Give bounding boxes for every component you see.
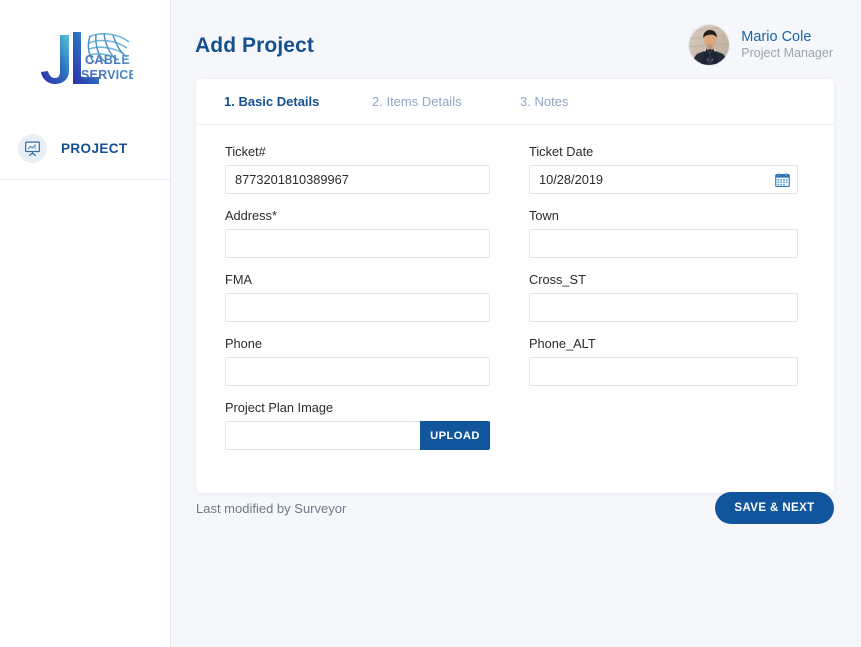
avatar: [688, 24, 730, 66]
form-row-address: Address* Town: [225, 208, 800, 258]
calendar-icon[interactable]: [775, 172, 790, 187]
field-cross-st: Cross_ST: [529, 272, 798, 322]
tab-items-details[interactable]: 2. Items Details: [372, 94, 520, 109]
card-footer: Last modified by Surveyor SAVE & NEXT: [196, 492, 834, 524]
save-and-next-button[interactable]: SAVE & NEXT: [715, 492, 834, 524]
field-phone-alt: Phone_ALT: [529, 336, 798, 386]
tab-notes[interactable]: 3. Notes: [520, 94, 668, 109]
form-row-ticket: Ticket# Ticket Date: [225, 144, 800, 194]
wizard-tabs: 1. Basic Details 2. Items Details 3. Not…: [196, 79, 834, 125]
main-content: Add Project: [171, 0, 861, 647]
calendar-glyph: [775, 172, 790, 187]
field-ticket-number: Ticket#: [225, 144, 490, 194]
sidebar: CABLE SERVICES PROJECT: [0, 0, 171, 647]
upload-group: UPLOAD: [225, 421, 490, 450]
svg-text:CABLE: CABLE: [85, 53, 130, 67]
sidebar-item-project-label: PROJECT: [61, 141, 128, 156]
phone-alt-input[interactable]: [529, 357, 798, 386]
last-modified-text: Last modified by Surveyor: [196, 501, 346, 516]
app-root: CABLE SERVICES PROJECT Add Project: [0, 0, 861, 647]
presentation-board-icon: [18, 134, 47, 163]
page-header: Add Project: [171, 0, 861, 70]
field-project-plan-image: Project Plan Image UPLOAD: [225, 400, 490, 450]
fma-label: FMA: [225, 272, 490, 287]
ticket-date-label: Ticket Date: [529, 144, 798, 159]
tab-basic-details[interactable]: 1. Basic Details: [224, 94, 372, 109]
form-row-fma: FMA Cross_ST: [225, 272, 800, 322]
address-input[interactable]: [225, 229, 490, 258]
upload-button[interactable]: UPLOAD: [420, 421, 490, 450]
project-plan-image-label: Project Plan Image: [225, 400, 490, 415]
user-avatar-photo-icon: [689, 25, 730, 66]
ticket-number-input[interactable]: [225, 165, 490, 194]
brand-logo[interactable]: CABLE SERVICES: [0, 0, 170, 118]
user-name: Mario Cole: [741, 28, 833, 46]
field-address: Address*: [225, 208, 490, 258]
ticket-number-label: Ticket#: [225, 144, 490, 159]
user-profile[interactable]: Mario Cole Project Manager: [688, 22, 833, 66]
field-town: Town: [529, 208, 798, 258]
ticket-date-wrapper: [529, 165, 798, 194]
field-ticket-date: Ticket Date: [529, 144, 798, 194]
basic-details-form: Ticket# Ticket Date: [196, 125, 834, 493]
user-text: Mario Cole Project Manager: [741, 28, 833, 62]
cross-st-label: Cross_ST: [529, 272, 798, 287]
project-plan-image-input[interactable]: [225, 421, 420, 450]
sidebar-item-project[interactable]: PROJECT: [0, 118, 170, 180]
phone-label: Phone: [225, 336, 490, 351]
address-label: Address*: [225, 208, 490, 223]
presentation-board-glyph: [24, 140, 41, 157]
phone-input[interactable]: [225, 357, 490, 386]
user-role: Project Manager: [741, 46, 833, 62]
cross-st-input[interactable]: [529, 293, 798, 322]
form-row-project-plan-image: Project Plan Image UPLOAD: [225, 400, 800, 450]
add-project-card: 1. Basic Details 2. Items Details 3. Not…: [196, 79, 834, 493]
jl-cable-services-logo-icon: CABLE SERVICES: [37, 27, 133, 97]
field-phone: Phone: [225, 336, 490, 386]
page-title: Add Project: [195, 22, 314, 58]
town-label: Town: [529, 208, 798, 223]
town-input[interactable]: [529, 229, 798, 258]
fma-input[interactable]: [225, 293, 490, 322]
svg-text:SERVICES: SERVICES: [81, 68, 133, 82]
field-fma: FMA: [225, 272, 490, 322]
ticket-date-input[interactable]: [529, 165, 798, 194]
form-row-phone: Phone Phone_ALT: [225, 336, 800, 386]
phone-alt-label: Phone_ALT: [529, 336, 798, 351]
field-spacer: [529, 400, 798, 450]
